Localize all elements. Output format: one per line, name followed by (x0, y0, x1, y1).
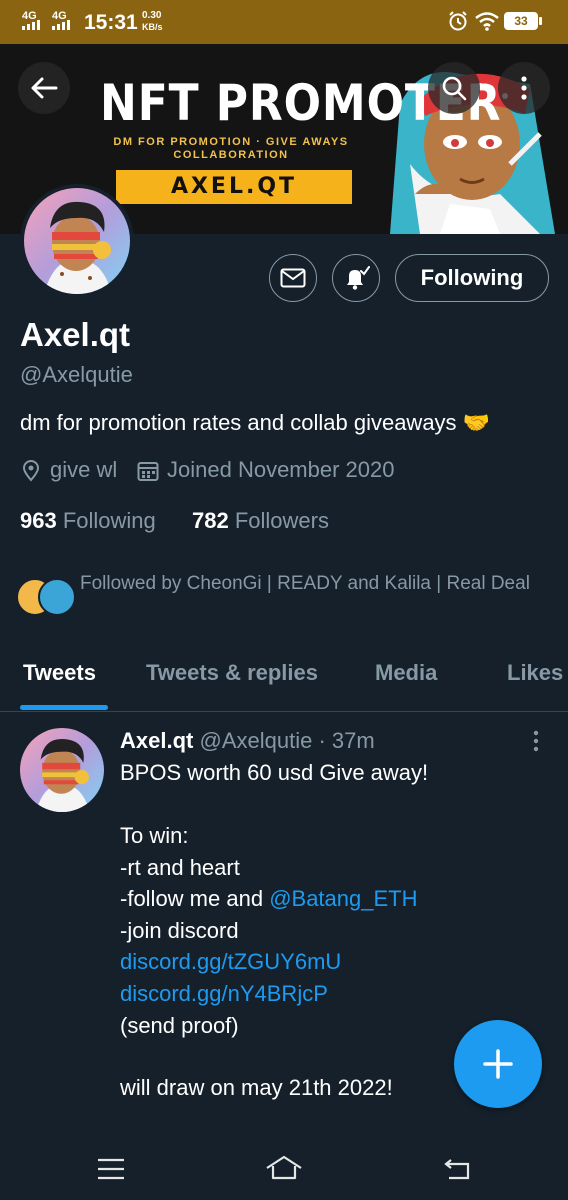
tweet-author-name[interactable]: Axel.qt (120, 728, 193, 753)
tweet-line: will draw on may 21th 2022! (120, 1075, 393, 1100)
following-button[interactable]: Following (395, 254, 549, 302)
profile-bio: dm for promotion rates and collab giveaw… (20, 410, 490, 436)
system-nav-bar (0, 1130, 568, 1200)
signal-icon (22, 20, 40, 30)
following-count: 963 (20, 508, 57, 533)
avatar-illustration (44, 201, 112, 294)
tweet-line: (send proof) (120, 1013, 239, 1038)
home-icon[interactable] (265, 1154, 303, 1182)
message-button[interactable] (269, 254, 317, 302)
tweet-avatar[interactable] (20, 728, 104, 812)
tab-likes[interactable]: Likes (507, 660, 563, 686)
more-button[interactable] (498, 62, 550, 114)
tweet-separator: · (318, 728, 326, 753)
tweet-line-text: -follow me and (120, 886, 270, 911)
wifi-icon (475, 12, 499, 31)
banner-title: NFT PROMOTER (100, 74, 502, 132)
banner-tag: AXEL.QT (116, 170, 352, 204)
tweet-line: -follow me and @Batang_ETH (120, 886, 417, 912)
banner-subtitle-line2: COLLABORATION (173, 149, 289, 161)
tweet-time: 37m (331, 728, 375, 753)
profile-avatar[interactable] (20, 184, 134, 298)
search-button[interactable] (428, 62, 480, 114)
battery-tip (539, 17, 542, 25)
avatar-illustration (35, 738, 90, 812)
net-speed-value: 0.30 (142, 10, 162, 21)
tweet-discord-link-1[interactable]: discord.gg/tZGUY6mU (120, 949, 341, 975)
battery-icon: 33 (504, 12, 538, 30)
following-label: Following (62, 508, 156, 533)
handshake-emoji: 🤝 (462, 410, 491, 435)
profile-location: give wl (50, 457, 118, 482)
tweet-mention-link[interactable]: @Batang_ETH (269, 886, 417, 911)
following-count-link[interactable]: 963 Following (20, 508, 156, 534)
status-bar: 4G 4G 15:31 0.30 KB/s 33 (0, 0, 568, 44)
tweet-more-icon[interactable] (532, 730, 540, 752)
profile-joined: Joined November 2020 (167, 457, 395, 482)
location-pin-icon (22, 460, 40, 482)
profile-handle: @Axelqutie (20, 362, 133, 387)
bell-check-icon (347, 266, 370, 290)
followed-by-text[interactable]: Followed by CheonGi | READY and Kalila |… (80, 570, 540, 597)
menu-icon[interactable] (97, 1158, 125, 1180)
signal-icon (52, 20, 70, 30)
battery-level: 33 (514, 14, 528, 28)
tweet-discord-link-2[interactable]: discord.gg/nY4BRjcP (120, 981, 328, 1007)
tab-media[interactable]: Media (375, 660, 437, 686)
followed-by-avatars[interactable] (16, 576, 76, 616)
envelope-icon (280, 268, 306, 288)
banner-subtitle: DM FOR PROMOTION · GIVE AWAYS COLLABORAT… (86, 136, 376, 162)
back-button[interactable] (18, 62, 70, 114)
calendar-icon (137, 462, 159, 481)
followers-count-link[interactable]: 782 Followers (192, 508, 329, 534)
followers-count: 782 (192, 508, 229, 533)
tweet-line: To win: (120, 823, 189, 848)
tweet-line: BPOS worth 60 usd Give away! (120, 760, 429, 785)
banner-subtitle-line1: DM FOR PROMOTION · GIVE AWAYS (113, 136, 349, 148)
avatar (38, 578, 76, 616)
tweet-line: -join discord (120, 918, 239, 943)
plus-icon (483, 1049, 513, 1079)
tweet-header: Axel.qt @Axelqutie · 37m (120, 728, 375, 754)
bio-text: dm for promotion rates and collab giveaw… (20, 410, 457, 435)
back-arrow-icon (31, 77, 58, 99)
alarm-icon (449, 11, 467, 31)
compose-tweet-button[interactable] (454, 1020, 542, 1108)
profile-name: Axel.qt (20, 316, 131, 353)
followers-label: Followers (234, 508, 329, 533)
tweet-author-handle: @Axelqutie (199, 728, 313, 753)
tab-tweets[interactable]: Tweets (23, 660, 96, 686)
tab-tweets-replies[interactable]: Tweets & replies (146, 660, 318, 686)
more-vertical-icon (521, 76, 527, 100)
tabs-divider (0, 711, 568, 712)
notification-button[interactable] (332, 254, 380, 302)
search-icon (442, 76, 467, 101)
back-nav-icon[interactable] (443, 1156, 471, 1182)
active-tab-indicator (20, 705, 108, 710)
clock: 15:31 (84, 11, 138, 34)
net-speed-unit: KB/s (142, 22, 163, 32)
tweet-line: -rt and heart (120, 855, 240, 880)
